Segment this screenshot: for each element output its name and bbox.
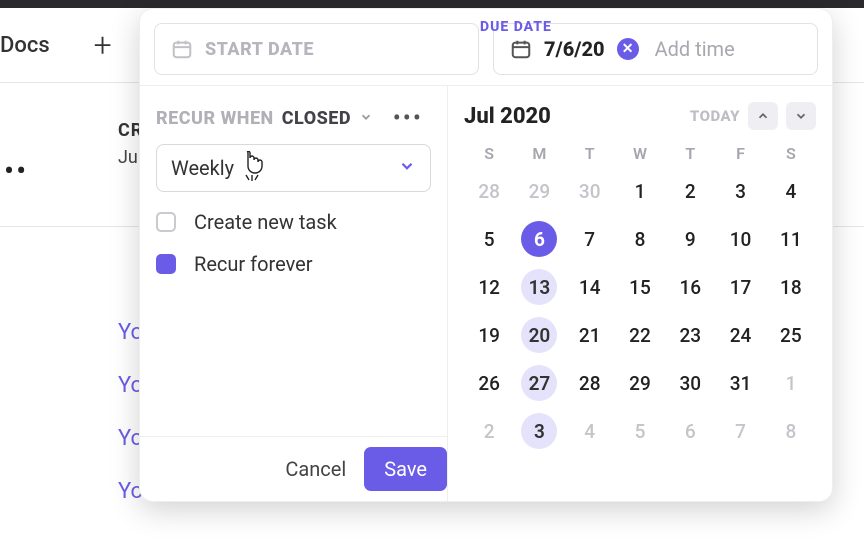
option-label: Recur forever — [194, 252, 313, 276]
calendar-dow: S — [464, 144, 514, 163]
calendar-day[interactable]: 4 — [766, 171, 816, 211]
calendar-day[interactable]: 1 — [766, 363, 816, 403]
window-titlebar — [0, 0, 864, 8]
clear-due-icon[interactable]: ✕ — [617, 38, 639, 60]
save-button[interactable]: Save — [364, 447, 447, 491]
calendar-day[interactable]: 29 — [514, 171, 564, 211]
calendar-dow: T — [565, 144, 615, 163]
add-time-button[interactable]: Add time — [655, 37, 735, 61]
date-recur-popover: DUE DATE START DATE 7/6/20 ✕ Add time RE… — [139, 8, 833, 502]
due-date-label: DUE DATE — [480, 19, 552, 35]
calendar-day[interactable]: 3 — [715, 171, 765, 211]
calendar-day[interactable]: 30 — [665, 363, 715, 403]
calendar-day[interactable]: 26 — [464, 363, 514, 403]
option-recur-forever[interactable]: Recur forever — [156, 252, 431, 276]
calendar-day[interactable]: 8 — [615, 219, 665, 259]
ellipsis-icon[interactable]: •• — [0, 104, 135, 189]
option-create-new-task[interactable]: Create new task — [156, 210, 431, 234]
recur-when-label: RECUR WHEN — [156, 108, 274, 129]
calendar-day[interactable]: 6 — [665, 411, 715, 451]
calendar-day[interactable]: 7 — [715, 411, 765, 451]
calendar-dow: T — [665, 144, 715, 163]
calendar-days-grid: 2829301234567891011121314151617181920212… — [464, 171, 816, 451]
calendar-pane: Jul 2020 TODAY SMTWTFS 28293012345678910… — [448, 86, 832, 501]
calendar-day[interactable]: 8 — [766, 411, 816, 451]
calendar-dow-row: SMTWTFS — [464, 144, 816, 163]
calendar-day[interactable]: 17 — [715, 267, 765, 307]
calendar-icon — [510, 38, 532, 60]
calendar-day[interactable]: 28 — [464, 171, 514, 211]
add-icon[interactable]: + — [94, 26, 112, 64]
chevron-down-icon[interactable] — [359, 109, 373, 128]
calendar-day[interactable]: 2 — [665, 171, 715, 211]
chevron-down-icon — [398, 157, 416, 179]
frequency-select[interactable]: Weekly — [156, 144, 431, 192]
checkbox[interactable] — [156, 212, 176, 232]
calendar-day[interactable]: 22 — [615, 315, 665, 355]
calendar-day[interactable]: 10 — [715, 219, 765, 259]
more-icon[interactable]: ••• — [393, 104, 431, 132]
today-button[interactable]: TODAY — [690, 107, 740, 125]
calendar-day[interactable]: 14 — [565, 267, 615, 307]
frequency-value: Weekly — [171, 156, 234, 180]
calendar-day[interactable]: 31 — [715, 363, 765, 403]
calendar-day[interactable]: 1 — [615, 171, 665, 211]
calendar-month: Jul 2020 — [464, 104, 682, 129]
calendar-day[interactable]: 5 — [464, 219, 514, 259]
calendar-day[interactable]: 19 — [464, 315, 514, 355]
calendar-icon — [171, 38, 193, 60]
start-date-field[interactable]: START DATE — [154, 23, 479, 75]
calendar-dow: S — [766, 144, 816, 163]
calendar-dow: M — [514, 144, 564, 163]
calendar-day[interactable]: 20 — [514, 315, 564, 355]
calendar-day[interactable]: 21 — [565, 315, 615, 355]
calendar-day[interactable]: 5 — [615, 411, 665, 451]
option-label: Create new task — [194, 210, 337, 234]
calendar-day[interactable]: 15 — [615, 267, 665, 307]
calendar-dow: W — [615, 144, 665, 163]
nav-docs[interactable]: Docs — [0, 33, 50, 58]
calendar-day[interactable]: 7 — [565, 219, 615, 259]
calendar-day[interactable]: 23 — [665, 315, 715, 355]
calendar-day[interactable]: 12 — [464, 267, 514, 307]
start-date-placeholder: START DATE — [205, 39, 314, 60]
calendar-day[interactable]: 13 — [514, 267, 564, 307]
calendar-day[interactable]: 16 — [665, 267, 715, 307]
calendar-day[interactable]: 2 — [464, 411, 514, 451]
cancel-button[interactable]: Cancel — [267, 447, 364, 491]
calendar-day[interactable]: 3 — [514, 411, 564, 451]
calendar-day[interactable]: 6 — [514, 219, 564, 259]
calendar-day[interactable]: 11 — [766, 219, 816, 259]
calendar-day[interactable]: 30 — [565, 171, 615, 211]
calendar-day[interactable]: 9 — [665, 219, 715, 259]
recurrence-pane: RECUR WHEN CLOSED ••• Weekly Create new … — [140, 86, 448, 501]
calendar-day[interactable]: 18 — [766, 267, 816, 307]
recur-trigger-state[interactable]: CLOSED — [282, 108, 351, 129]
next-month-button[interactable] — [786, 102, 816, 130]
calendar-day[interactable]: 27 — [514, 363, 564, 403]
calendar-dow: F — [715, 144, 765, 163]
checkbox[interactable] — [156, 254, 176, 274]
calendar-day[interactable]: 24 — [715, 315, 765, 355]
calendar-day[interactable]: 4 — [565, 411, 615, 451]
due-date-value: 7/6/20 — [544, 37, 605, 61]
calendar-day[interactable]: 29 — [615, 363, 665, 403]
prev-month-button[interactable] — [748, 102, 778, 130]
calendar-day[interactable]: 25 — [766, 315, 816, 355]
calendar-day[interactable]: 28 — [565, 363, 615, 403]
